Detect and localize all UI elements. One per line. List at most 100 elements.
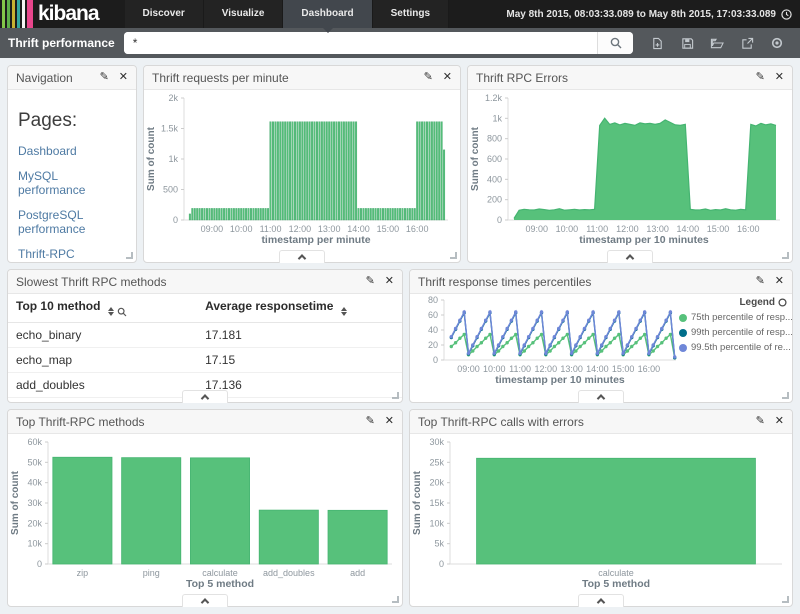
method-cell: echo_map	[8, 347, 197, 372]
close-panel-icon[interactable]: ✕	[385, 416, 394, 427]
time-range-picker[interactable]: May 8th 2015, 08:03:33.089 to May 8th 20…	[506, 0, 800, 28]
panel-requests-header[interactable]: Thrift requests per minute ✎ ✕	[144, 66, 460, 90]
kibana-logo[interactable]: kibana	[0, 0, 125, 28]
method-cell: echo_set	[8, 397, 197, 402]
svg-text:2k: 2k	[168, 93, 178, 103]
close-panel-icon[interactable]: ✕	[385, 276, 394, 287]
svg-text:11:00: 11:00	[586, 224, 608, 234]
search-button[interactable]	[597, 32, 633, 54]
nav-link-thrift-rpc[interactable]: Thrift-RPC performance	[18, 247, 128, 262]
collapse-panel-button[interactable]	[279, 250, 325, 263]
svg-text:0: 0	[433, 355, 438, 365]
collapse-panel-button[interactable]	[578, 594, 624, 607]
resize-handle[interactable]	[782, 596, 789, 603]
legend-dot-icon	[679, 329, 687, 337]
legend-toggle[interactable]: Legend	[679, 297, 787, 308]
collapse-panel-button[interactable]	[607, 250, 653, 263]
search-input[interactable]	[124, 32, 597, 54]
tab-discover[interactable]: Discover	[125, 0, 204, 28]
resize-handle[interactable]	[450, 252, 457, 259]
svg-text:14:00: 14:00	[677, 224, 700, 234]
collapse-panel-button[interactable]	[182, 390, 228, 403]
nav-link-postgresql[interactable]: PostgreSQL performance	[18, 208, 128, 236]
share-dashboard-button[interactable]	[732, 28, 762, 58]
load-dashboard-button[interactable]	[702, 28, 732, 58]
svg-text:13:00: 13:00	[560, 364, 583, 374]
panel-navigation-header[interactable]: Navigation ✎ ✕	[8, 66, 136, 90]
legend-item-75th[interactable]: 75th percentile of resp...	[679, 312, 787, 323]
svg-text:500: 500	[163, 185, 178, 195]
close-panel-icon[interactable]: ✕	[119, 72, 128, 83]
nav-link-dashboard[interactable]: Dashboard	[18, 144, 128, 158]
sort-icon[interactable]	[108, 307, 114, 316]
edit-panel-icon[interactable]: ✎	[424, 72, 433, 83]
panel-methods-header[interactable]: Top Thrift-RPC methods ✎ ✕	[8, 410, 402, 434]
top-methods-chart[interactable]: 010k20k30k40k50k60kSum of countTop 5 met…	[8, 434, 402, 606]
column-search-icon[interactable]	[117, 307, 127, 317]
table-row[interactable]: echo_map 17.15	[8, 347, 402, 372]
new-dashboard-button[interactable]	[642, 28, 672, 58]
panel-top-methods: Top Thrift-RPC methods ✎ ✕ 010k20k30k40k…	[7, 409, 403, 607]
pages-heading: Pages:	[18, 110, 128, 132]
svg-text:Sum of count: Sum of count	[470, 126, 481, 191]
svg-text:50k: 50k	[27, 457, 42, 467]
legend-toggle-icon	[778, 298, 787, 307]
chart-legend: Legend 75th percentile of resp... 99th p…	[679, 297, 787, 353]
tab-dashboard[interactable]: Dashboard	[283, 0, 372, 28]
call-errors-chart[interactable]: 05k10k15k20k25k30kSum of countTop 5 meth…	[410, 434, 792, 606]
requests-chart[interactable]: 05001k1.5k2k09:0010:0011:0012:0013:0014:…	[144, 90, 460, 262]
svg-text:60: 60	[428, 310, 438, 320]
panel-errors-header[interactable]: Thrift RPC Errors ✎ ✕	[468, 66, 792, 90]
search-icon	[610, 37, 622, 49]
edit-panel-icon[interactable]: ✎	[756, 416, 765, 427]
svg-text:09:00: 09:00	[525, 224, 548, 234]
share-export-icon	[741, 37, 754, 50]
panel-call-errors-header[interactable]: Top Thrift-RPC calls with errors ✎ ✕	[410, 410, 792, 434]
edit-panel-icon[interactable]: ✎	[366, 416, 375, 427]
options-button[interactable]	[762, 28, 792, 58]
errors-chart[interactable]: 02004006008001k1.2k09:0010:0011:0012:001…	[468, 90, 792, 262]
sort-icon[interactable]	[341, 307, 347, 316]
percentiles-chart[interactable]: 02040608009:0010:0011:0012:0013:0014:001…	[410, 294, 792, 402]
svg-text:timestamp per 10 minutes: timestamp per 10 minutes	[495, 374, 625, 386]
edit-panel-icon[interactable]: ✎	[756, 276, 765, 287]
edit-panel-icon[interactable]: ✎	[100, 72, 109, 83]
svg-text:add_doubles: add_doubles	[263, 568, 315, 578]
svg-text:1.5k: 1.5k	[161, 124, 179, 134]
legend-item-99th[interactable]: 99th percentile of resp...	[679, 327, 787, 338]
legend-dot-icon	[679, 314, 687, 322]
edit-panel-icon[interactable]: ✎	[366, 276, 375, 287]
resize-handle[interactable]	[392, 596, 399, 603]
panel-slowest-header[interactable]: Slowest Thrift RPC methods ✎ ✕	[8, 270, 402, 294]
column-header-method[interactable]: Top 10 method	[8, 294, 197, 322]
resize-handle[interactable]	[782, 392, 789, 399]
panel-percentiles-header[interactable]: Thrift response times percentiles ✎ ✕	[410, 270, 792, 294]
dashboard-toolbar	[642, 28, 792, 58]
collapse-panel-button[interactable]	[182, 594, 228, 607]
resize-handle[interactable]	[126, 252, 133, 259]
time-range-text: May 8th 2015, 08:03:33.089 to May 8th 20…	[506, 9, 776, 20]
svg-text:09:00: 09:00	[201, 224, 224, 234]
column-header-responsetime[interactable]: Average responsetime	[197, 294, 402, 322]
collapse-panel-button[interactable]	[578, 390, 624, 403]
edit-panel-icon[interactable]: ✎	[756, 72, 765, 83]
svg-text:40k: 40k	[27, 478, 42, 488]
svg-text:25k: 25k	[429, 457, 444, 467]
clock-icon	[781, 9, 792, 20]
save-dashboard-button[interactable]	[672, 28, 702, 58]
svg-text:timestamp per minute: timestamp per minute	[261, 234, 370, 246]
panel-response-percentiles: Thrift response times percentiles ✎ ✕ 02…	[409, 269, 793, 403]
panel-title: Thrift RPC Errors	[476, 71, 756, 85]
legend-item-99-5th[interactable]: 99.5th percentile of re...	[679, 342, 787, 353]
svg-text:80: 80	[428, 295, 438, 305]
close-panel-icon[interactable]: ✕	[443, 72, 452, 83]
close-panel-icon[interactable]: ✕	[775, 416, 784, 427]
resize-handle[interactable]	[782, 252, 789, 259]
table-row[interactable]: echo_binary 17.181	[8, 322, 402, 347]
close-panel-icon[interactable]: ✕	[775, 72, 784, 83]
resize-handle[interactable]	[392, 392, 399, 399]
tab-settings[interactable]: Settings	[373, 0, 449, 28]
close-panel-icon[interactable]: ✕	[775, 276, 784, 287]
nav-link-mysql[interactable]: MySQL performance	[18, 169, 128, 197]
tab-visualize[interactable]: Visualize	[204, 0, 284, 28]
